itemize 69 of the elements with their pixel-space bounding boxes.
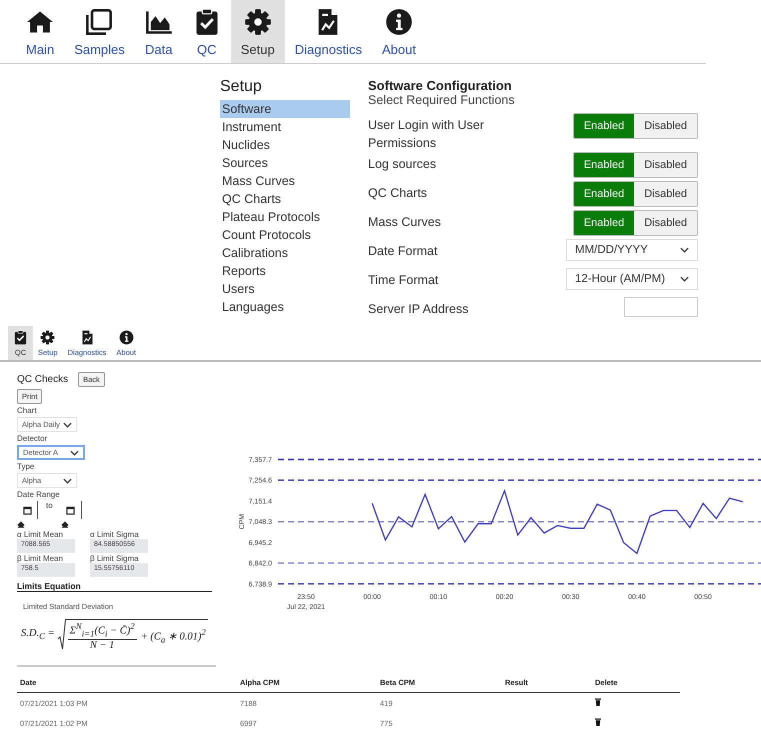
setup-menu-item[interactable]: Software <box>220 100 350 118</box>
config-subtitle: Select Required Functions <box>368 93 516 107</box>
chevron-down-icon <box>63 478 72 484</box>
clear-icon[interactable] <box>60 521 69 528</box>
limit-label: β Limit Sigma <box>90 554 140 563</box>
setup-menu-item[interactable]: Nuclides <box>220 136 350 154</box>
config-title: Software Configuration <box>368 78 513 93</box>
formula-lhs: S.D.$_{C}$ = <box>21 628 55 642</box>
nav-tab[interactable]: QC <box>182 0 231 63</box>
gear-icon <box>40 330 56 345</box>
field-label: Type <box>17 462 36 471</box>
setting-label: Time Format <box>368 272 440 289</box>
setup-menu-item[interactable]: Languages <box>220 298 350 316</box>
trash-icon[interactable] <box>595 698 601 706</box>
nav-tab[interactable]: About <box>372 0 426 63</box>
trash-icon[interactable] <box>595 718 601 726</box>
nav-tab[interactable]: Samples <box>64 0 135 63</box>
limits-equation-title: Limits Equation <box>17 579 212 592</box>
limit-label: α Limit Mean <box>17 530 64 539</box>
limit-label: α Limit Sigma <box>90 530 140 539</box>
setting-label: User Login with User Permissions <box>368 117 486 152</box>
qc-checks-title: QC Checks <box>17 374 68 385</box>
setup-menu-item[interactable]: Reports <box>220 262 350 280</box>
nav-tab[interactable]: Setup <box>230 0 285 63</box>
info-icon <box>384 8 413 36</box>
nav-tab[interactable]: Main <box>16 0 64 63</box>
setup-menu-item[interactable]: Plateau Protocols <box>220 208 350 226</box>
gear-icon <box>244 8 272 36</box>
formula-numerator: Σ$^{N}$$_{i=1}$(C$_{i}$ − C̄)$^{2}$ <box>68 621 137 640</box>
chevron-down-icon <box>63 422 72 428</box>
setting-label: Server IP Address <box>368 301 470 318</box>
enabled-button[interactable]: Enabled <box>574 114 634 138</box>
nav-tab[interactable]: Data <box>134 0 183 63</box>
setting-label: Mass Curves <box>368 214 442 231</box>
setup-menu-item[interactable]: Calibrations <box>220 244 350 262</box>
setup-menu-item[interactable]: Instrument <box>220 118 350 136</box>
setup-heading: Setup <box>220 78 263 96</box>
to-label: to <box>46 501 53 510</box>
setup-menu-item[interactable]: Mass Curves <box>220 172 350 190</box>
field-label: Detector <box>17 434 48 443</box>
enabled-button[interactable]: Enabled <box>574 182 634 206</box>
clipboard-check-icon <box>13 330 28 345</box>
field-label: Date Range <box>17 490 61 499</box>
chevron-down-icon <box>680 276 689 282</box>
setup-menu-item[interactable]: QC Charts <box>220 190 350 208</box>
info-icon <box>118 330 134 345</box>
nav-tab[interactable]: Diagnostics <box>284 0 372 63</box>
format-dropdown[interactable]: MM/DD/YYYY <box>566 239 698 261</box>
setup-menu-item[interactable]: Sources <box>220 154 350 172</box>
setting-label: Date Format <box>368 243 438 260</box>
document-chart-icon <box>80 330 94 345</box>
field-label: Chart <box>17 406 38 415</box>
enabled-button[interactable]: Enabled <box>574 211 634 235</box>
clear-icon[interactable] <box>17 521 25 528</box>
limit-label: β Limit Mean <box>17 554 64 563</box>
setting-label: Log sources <box>368 156 438 173</box>
ip-address-field[interactable] <box>624 297 698 317</box>
calendar-icon <box>22 506 32 514</box>
format-dropdown[interactable]: 12-Hour (AM/PM) <box>566 268 698 290</box>
chevron-down-icon <box>680 247 689 253</box>
setup-menu-item[interactable]: Count Protocols <box>220 226 350 244</box>
setting-label: QC Charts <box>368 185 428 202</box>
setup-menu-item[interactable]: Users <box>220 280 350 298</box>
chevron-down-icon <box>70 450 79 456</box>
copy-icon <box>85 8 114 36</box>
formula-denominator: N − 1 <box>90 640 114 651</box>
formula-tail: + (C$_{a}$ ∗ 0.01)$^{2}$ <box>140 627 206 645</box>
calendar-icon <box>66 506 76 514</box>
enabled-button[interactable]: Enabled <box>574 153 634 177</box>
